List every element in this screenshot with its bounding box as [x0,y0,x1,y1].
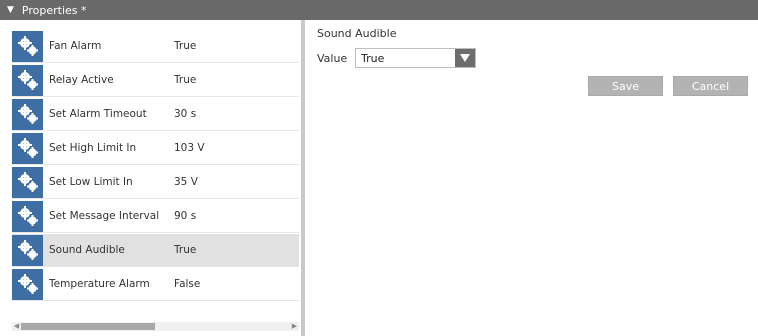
gears-icon [12,132,43,164]
property-row-fan-alarm[interactable]: Fan Alarm True [12,30,299,63]
chevron-down-icon[interactable] [455,49,475,67]
property-row-set-alarm-timeout[interactable]: Set Alarm Timeout 30 s [12,98,299,131]
scrollbar-thumb[interactable] [21,323,155,330]
property-list: Fan Alarm True Relay Active True Set Ala… [12,30,299,302]
gears-icon [12,166,43,198]
gears-icon [12,30,43,62]
property-row-temperature-alarm[interactable]: Temperature Alarm False [12,268,299,301]
gears-icon [12,200,43,232]
cancel-button[interactable]: Cancel [673,76,748,96]
property-value: 35 V [174,176,198,188]
property-name: Set High Limit In [49,142,137,154]
property-row-set-low-limit-in[interactable]: Set Low Limit In 35 V [12,166,299,199]
property-value: 30 s [174,108,197,120]
triangle-down-icon[interactable]: ▼ [7,5,14,15]
property-row-relay-active[interactable]: Relay Active True [12,64,299,97]
horizontal-scrollbar[interactable]: ◀ ▶ [12,322,299,331]
save-button[interactable]: Save [588,76,663,96]
property-name: Temperature Alarm [49,278,150,290]
property-value: True [174,40,197,52]
property-row-set-message-interval[interactable]: Set Message Interval 90 s [12,200,299,233]
scroll-left-icon[interactable]: ◀ [12,322,21,331]
dropdown-selected-value: True [361,51,385,65]
properties-titlebar[interactable]: ▼ Properties * [0,0,758,20]
property-name: Sound Audible [49,244,125,256]
property-name: Set Low Limit In [49,176,133,188]
window-title: Properties * [21,3,87,17]
property-value: True [174,74,197,86]
editor-title: Sound Audible [317,27,397,40]
property-value: True [174,244,197,256]
value-label: Value [317,52,348,65]
property-row-sound-audible[interactable]: Sound Audible True [12,234,299,267]
property-name: Relay Active [49,74,114,86]
property-editor-pane: Sound Audible Value True Save Cancel [305,20,758,336]
gears-icon [12,268,43,300]
gears-icon [12,234,43,266]
value-dropdown[interactable]: True [355,48,476,68]
property-name: Set Alarm Timeout [49,108,147,120]
scroll-right-icon[interactable]: ▶ [290,322,299,331]
property-value: 90 s [174,210,197,222]
property-value: False [174,278,201,290]
property-name: Set Message Interval [49,210,160,222]
gears-icon [12,98,43,130]
property-row-set-high-limit-in[interactable]: Set High Limit In 103 V [12,132,299,165]
property-name: Fan Alarm [49,40,102,52]
gears-icon [12,64,43,96]
property-value: 103 V [174,142,205,154]
